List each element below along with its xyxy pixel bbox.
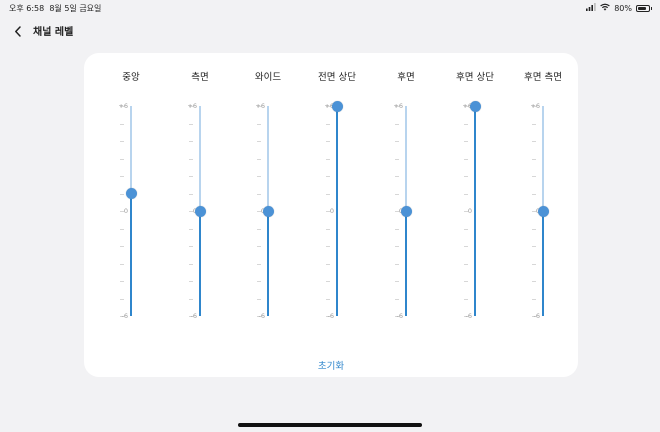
slider-thumb[interactable] <box>125 188 137 199</box>
wifi-icon <box>600 3 610 13</box>
slider-thumb[interactable] <box>400 205 412 217</box>
home-indicator <box>238 423 422 427</box>
slider-thumb[interactable] <box>469 100 481 112</box>
status-indicators: 80% <box>586 3 652 13</box>
battery-icon <box>636 4 652 12</box>
chevron-left-icon <box>15 25 21 37</box>
back-button[interactable] <box>10 22 26 40</box>
slider-thumb[interactable] <box>331 100 343 112</box>
status-date: 8월 5일 금요일 <box>49 4 102 13</box>
channel-slider[interactable] <box>465 106 485 316</box>
status-time-date: 오후 6:58 8월 5일 금요일 <box>9 3 101 14</box>
channel-slider[interactable] <box>327 106 347 316</box>
channel-label: 후면 측면 <box>524 72 562 83</box>
reset-button[interactable]: 초기화 <box>281 358 381 372</box>
slider-thumb[interactable] <box>194 205 206 217</box>
channel-level-card: 중앙+60-6측면+60-6와이드+60-6전면 상단+60-6후면+60-6후… <box>84 53 578 377</box>
slider-thumb[interactable] <box>537 205 549 217</box>
status-bar: 오후 6:58 8월 5일 금요일 80% <box>0 0 660 16</box>
battery-percent: 80% <box>614 3 632 13</box>
page-title: 채널 레벨 <box>33 27 74 38</box>
slider-thumb[interactable] <box>262 205 274 217</box>
channel-slider[interactable] <box>121 106 141 316</box>
status-time: 오후 6:58 <box>9 4 45 13</box>
signal-icon <box>586 3 596 13</box>
battery-fill <box>638 6 646 10</box>
